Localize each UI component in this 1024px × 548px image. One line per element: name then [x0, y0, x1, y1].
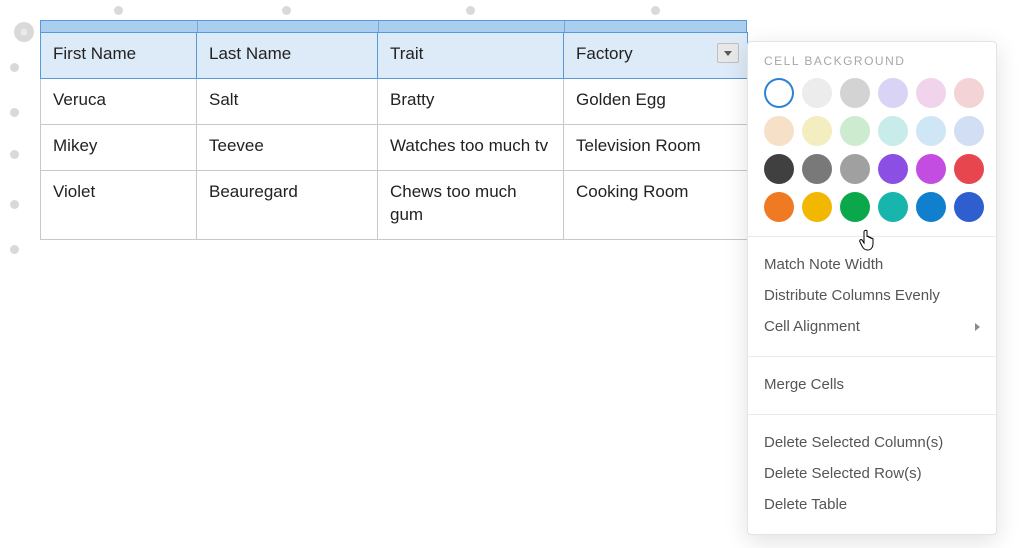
color-swatch-purple[interactable] [878, 154, 908, 184]
menu-item-label: Merge Cells [764, 376, 844, 393]
cell[interactable]: Veruca [41, 78, 197, 124]
data-table: First Name Last Name Trait Factory Veruc… [40, 32, 747, 240]
color-swatch-grid [764, 78, 980, 222]
cell-text: Television Room [576, 136, 701, 155]
cell[interactable]: Golden Egg [564, 78, 748, 124]
row-handle[interactable] [10, 108, 19, 117]
cell-text: Salt [209, 90, 238, 109]
cell[interactable]: Teevee [197, 124, 378, 170]
cell-text: Teevee [209, 136, 264, 155]
cell[interactable]: Violet [41, 170, 197, 239]
menu-item-label: Delete Selected Column(s) [764, 434, 943, 451]
cell-text: Watches too much tv [390, 136, 548, 155]
column-header-label: Factory [576, 44, 633, 63]
column-header-label: Last Name [209, 44, 291, 63]
column-header-label: First Name [53, 44, 136, 63]
cell-text: Violet [53, 182, 95, 201]
color-swatch-sky-20[interactable] [916, 116, 946, 146]
menu-item-label: Delete Table [764, 496, 847, 513]
row-handle[interactable] [10, 245, 19, 254]
color-swatch-blue[interactable] [916, 192, 946, 222]
color-swatch-green[interactable] [840, 192, 870, 222]
color-swatch-orange[interactable] [764, 192, 794, 222]
menu-section-delete: Delete Selected Column(s) Delete Selecte… [748, 414, 996, 534]
color-swatch-indigo[interactable] [954, 192, 984, 222]
column-header[interactable]: Last Name [197, 33, 378, 79]
column-menu-button[interactable] [717, 43, 739, 63]
col-handle[interactable] [282, 6, 291, 15]
table-row: Mikey Teevee Watches too much tv Televis… [41, 124, 748, 170]
column-header[interactable]: Factory [564, 33, 748, 79]
menu-item-label: Distribute Columns Evenly [764, 287, 940, 304]
col-handle[interactable] [466, 6, 475, 15]
menu-item-cell-alignment[interactable]: Cell Alignment [764, 311, 980, 342]
menu-item-delete-rows[interactable]: Delete Selected Row(s) [764, 458, 980, 489]
cell-text: Beauregard [209, 182, 298, 201]
column-header[interactable]: First Name [41, 33, 197, 79]
column-header[interactable]: Trait [378, 33, 564, 79]
menu-item-distribute-columns[interactable]: Distribute Columns Evenly [764, 280, 980, 311]
cell-text: Golden Egg [576, 90, 666, 109]
color-swatch-yellow-20[interactable] [802, 116, 832, 146]
cell-text: Cooking Room [576, 182, 688, 201]
color-swatch-peach-20[interactable] [764, 116, 794, 146]
cell-text: Mikey [53, 136, 97, 155]
color-swatch-pink-20[interactable] [916, 78, 946, 108]
row-handle[interactable] [10, 150, 19, 159]
cell-text: Bratty [390, 90, 434, 109]
cell[interactable]: Bratty [378, 78, 564, 124]
color-swatch-gray-10[interactable] [802, 78, 832, 108]
row-handle[interactable] [10, 200, 19, 209]
color-swatch-mint-20[interactable] [840, 116, 870, 146]
color-swatch-blue-20[interactable] [954, 116, 984, 146]
cell-text: Veruca [53, 90, 106, 109]
menu-item-label: Delete Selected Row(s) [764, 465, 922, 482]
cell[interactable]: Salt [197, 78, 378, 124]
cell-text: Chews too much gum [390, 182, 517, 224]
table-drag-handle[interactable] [14, 22, 34, 42]
color-swatch-lavender-20[interactable] [878, 78, 908, 108]
table-row: Violet Beauregard Chews too much gum Coo… [41, 170, 748, 239]
cell[interactable]: Mikey [41, 124, 197, 170]
color-swatch-white[interactable] [764, 78, 794, 108]
color-swatch-teal-20[interactable] [878, 116, 908, 146]
color-swatch-red[interactable] [954, 154, 984, 184]
color-swatch-gray-60[interactable] [802, 154, 832, 184]
color-swatch-amber[interactable] [802, 192, 832, 222]
color-swatch-charcoal[interactable] [764, 154, 794, 184]
color-swatch-teal[interactable] [878, 192, 908, 222]
menu-item-delete-table[interactable]: Delete Table [764, 489, 980, 520]
col-handle[interactable] [114, 6, 123, 15]
menu-heading: CELL BACKGROUND [764, 54, 980, 68]
color-swatch-rose-20[interactable] [954, 78, 984, 108]
table-header-row: First Name Last Name Trait Factory [41, 33, 748, 79]
menu-item-delete-columns[interactable]: Delete Selected Column(s) [764, 427, 980, 458]
chevron-right-icon [975, 323, 980, 331]
row-handle[interactable] [10, 63, 19, 72]
color-swatch-gray-30[interactable] [840, 78, 870, 108]
menu-item-merge-cells[interactable]: Merge Cells [764, 369, 980, 400]
cell[interactable]: Watches too much tv [378, 124, 564, 170]
menu-section-layout: Match Note Width Distribute Columns Even… [748, 236, 996, 356]
color-swatch-gray-50[interactable] [840, 154, 870, 184]
cell[interactable]: Television Room [564, 124, 748, 170]
cell[interactable]: Chews too much gum [378, 170, 564, 239]
col-handle[interactable] [651, 6, 660, 15]
cell[interactable]: Cooking Room [564, 170, 748, 239]
menu-item-label: Match Note Width [764, 256, 883, 273]
menu-item-match-note-width[interactable]: Match Note Width [764, 249, 980, 280]
table-context-menu: CELL BACKGROUND Match Note Width Distrib… [747, 41, 997, 535]
color-swatch-magenta[interactable] [916, 154, 946, 184]
menu-section-merge: Merge Cells [748, 356, 996, 414]
column-header-label: Trait [390, 44, 423, 63]
menu-item-label: Cell Alignment [764, 318, 860, 335]
cell[interactable]: Beauregard [197, 170, 378, 239]
table-row: Veruca Salt Bratty Golden Egg [41, 78, 748, 124]
